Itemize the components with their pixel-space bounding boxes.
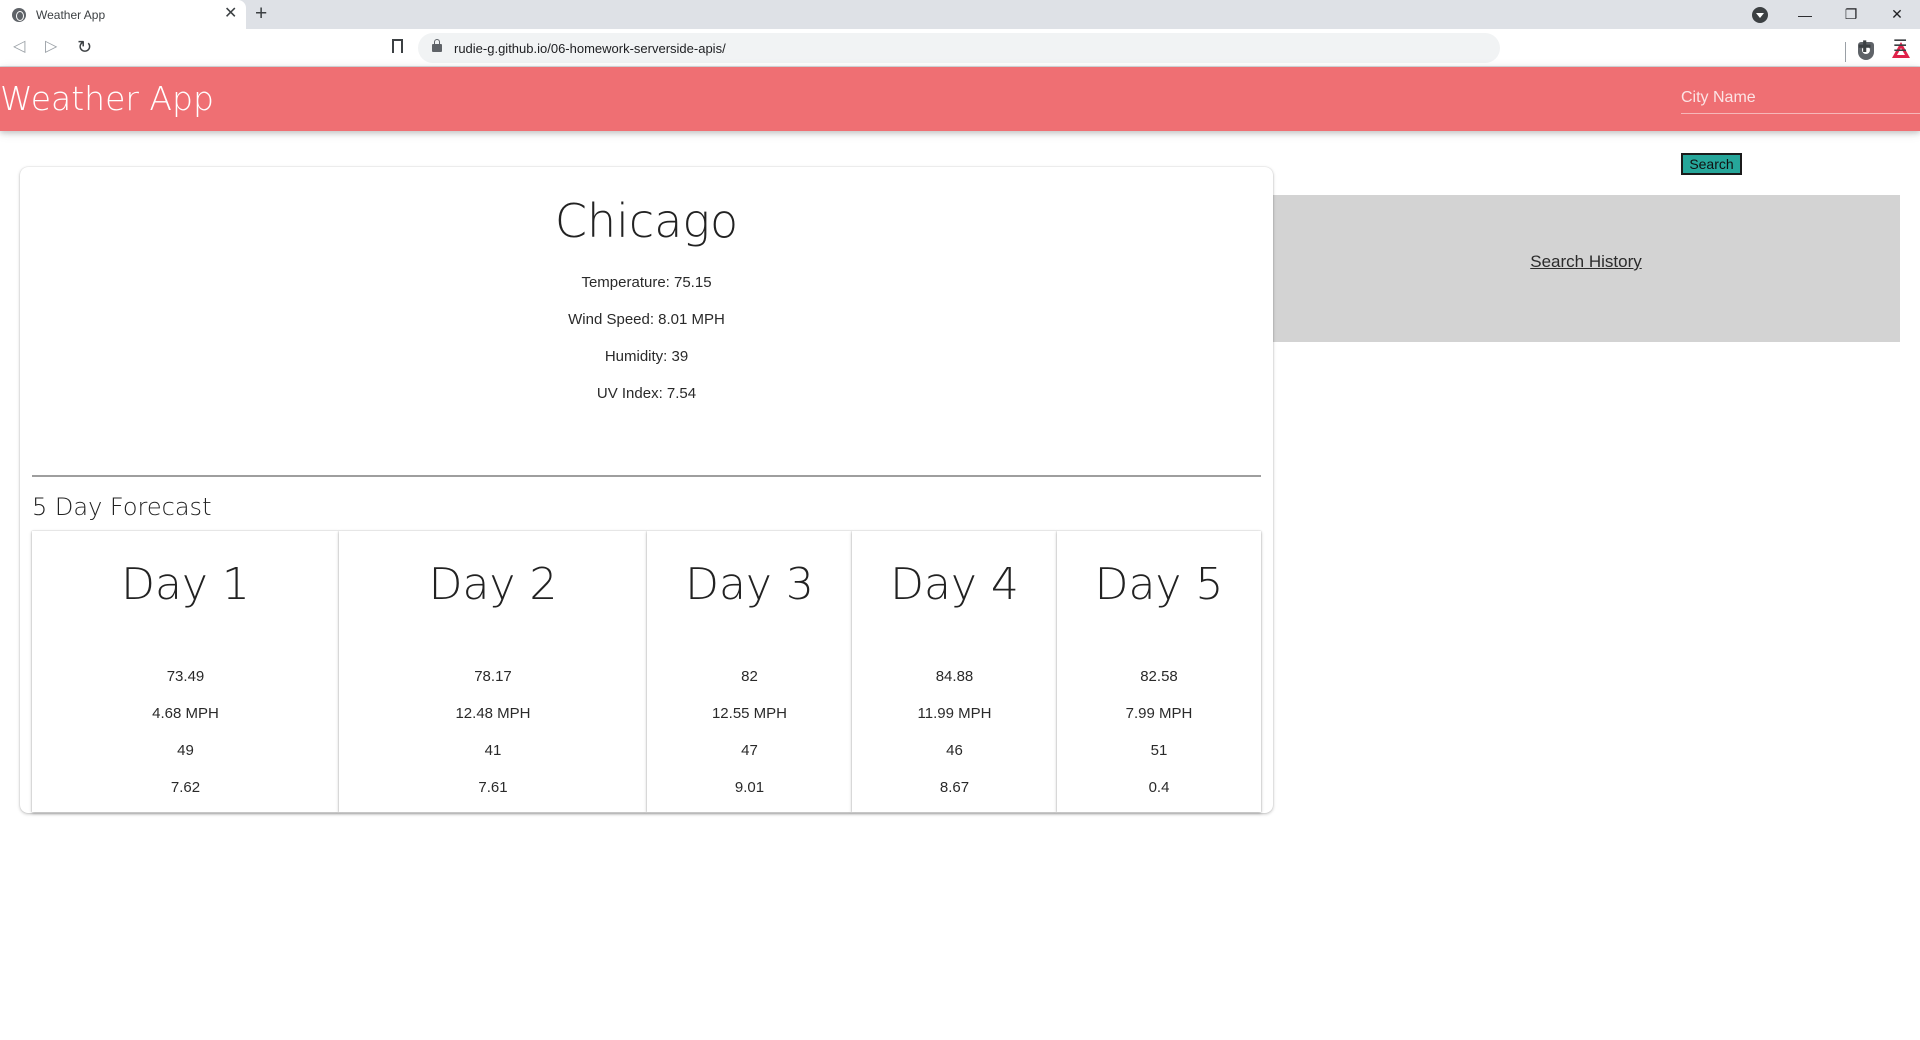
reload-icon[interactable]: ↻ [77, 37, 92, 57]
day-wind-speed: 11.99 MPH [917, 705, 992, 722]
day-uv-index: 7.62 [170, 779, 201, 796]
close-window-icon[interactable]: ✕ [1874, 0, 1920, 29]
day-wind-speed: 7.99 MPH [1125, 705, 1193, 722]
forward-icon[interactable]: ▷ [45, 37, 57, 57]
url-text[interactable]: rudie-g.github.io/06-homework-serverside… [454, 41, 726, 56]
new-tab-icon[interactable]: + [255, 3, 267, 25]
browser-tab-strip: Weather App ✕ + — ❐ ✕ [0, 0, 1920, 29]
day-humidity: 41 [484, 742, 502, 759]
current-humidity: Humidity: 39 [604, 348, 689, 365]
tab-title: Weather App [36, 8, 106, 22]
search-history-link[interactable]: Search History [1272, 252, 1900, 272]
globe-icon [12, 8, 26, 22]
browser-tab[interactable]: Weather App ✕ [0, 0, 246, 29]
current-wind-speed: Wind Speed: 8.01 MPH [568, 311, 725, 328]
day-humidity: 47 [741, 742, 758, 759]
tab-search-icon[interactable] [1752, 7, 1768, 23]
current-uv-index: UV Index: 7.54 [596, 385, 697, 402]
day-wind-speed: 4.68 MPH [152, 705, 219, 722]
day-title: Day 4 [890, 559, 1019, 610]
lock-icon[interactable] [432, 39, 442, 52]
day-temperature: 73.49 [166, 668, 205, 685]
day-wind-speed: 12.48 MPH [455, 705, 531, 722]
forecast-heading: 5 Day Forecast [32, 493, 212, 521]
day-title: Day 3 [685, 559, 814, 610]
search-button[interactable]: Search [1681, 153, 1742, 175]
day-temperature: 84.88 [935, 668, 974, 685]
browser-toolbar: ◁ ▷ ↻ rudie-g.github.io/06-homework-serv… [0, 29, 1920, 67]
day-humidity: 46 [946, 742, 963, 759]
day-temperature: 82.58 [1140, 668, 1178, 685]
day-title: Day 1 [121, 559, 250, 610]
brand-logo[interactable]: Weather App [0, 79, 214, 119]
extensions-icon[interactable]: ✚ [1858, 39, 1871, 57]
day-humidity: 51 [1150, 742, 1168, 759]
current-temperature: Temperature: 75.15 [581, 274, 712, 291]
menu-icon[interactable]: ☰ [1893, 38, 1907, 56]
forecast-day-card: Day 5 82.58 7.99 MPH 51 0.4 [1057, 531, 1261, 812]
page: Weather App Search Search History Chicag… [0, 67, 1920, 1040]
address-bar-divider [1845, 42, 1846, 62]
day-title: Day 2 [428, 559, 558, 610]
divider [32, 475, 1261, 477]
day-wind-speed: 12.55 MPH [711, 705, 788, 722]
day-uv-index: 9.01 [734, 779, 765, 796]
forecast-day-card: Day 2 78.17 12.48 MPH 41 7.61 [339, 531, 647, 812]
forecast-day-card: Day 1 73.49 4.68 MPH 49 7.62 [32, 531, 339, 812]
forecast-day-card: Day 3 82 12.55 MPH 47 9.01 [647, 531, 852, 812]
address-bar[interactable]: rudie-g.github.io/06-homework-serverside… [418, 33, 1910, 63]
day-uv-index: 8.67 [939, 779, 970, 796]
window-controls: — ❐ ✕ [1782, 0, 1920, 29]
minimize-icon[interactable]: — [1782, 0, 1828, 29]
day-uv-index: 0.4 [1148, 779, 1170, 796]
city-title: Chicago [554, 194, 739, 248]
day-temperature: 78.17 [474, 668, 512, 685]
forecast-day-card: Day 4 84.88 11.99 MPH 46 8.67 [852, 531, 1057, 812]
city-name-input[interactable] [1681, 82, 1920, 114]
weather-card: Chicago Temperature: 75.15 Wind Speed: 8… [20, 167, 1273, 813]
search-history-panel: Search History [1272, 195, 1900, 342]
day-temperature: 82 [741, 668, 758, 685]
day-humidity: 49 [177, 742, 194, 759]
restore-icon[interactable]: ❐ [1828, 0, 1874, 29]
day-uv-index: 7.61 [478, 779, 508, 796]
bookmark-icon[interactable] [392, 39, 403, 57]
day-title: Day 5 [1094, 559, 1224, 610]
navbar: Weather App [0, 67, 1920, 131]
back-icon[interactable]: ◁ [13, 37, 25, 57]
close-tab-icon[interactable]: ✕ [224, 5, 237, 23]
